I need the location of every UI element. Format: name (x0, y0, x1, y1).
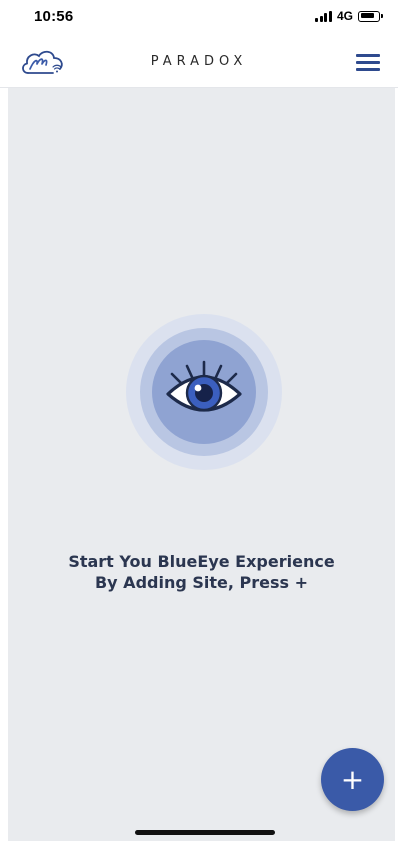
plus-icon: + (340, 762, 365, 796)
home-indicator[interactable] (135, 830, 275, 835)
brand-title: PARADOX (150, 54, 248, 69)
signal-strength-icon (315, 10, 332, 22)
app-header: PARADOX (0, 38, 398, 88)
status-bar: 10:56 4G (0, 0, 398, 38)
status-time: 10:56 (34, 8, 74, 25)
network-type-label: 4G (336, 9, 353, 23)
empty-message-line-1: Start You BlueEye Experience (68, 552, 335, 571)
eye-icon (126, 314, 282, 470)
battery-icon (358, 10, 383, 22)
empty-message-line-2: By Adding Site, Press + (94, 573, 309, 592)
main-content: Start You BlueEye Experience By Adding S… (8, 88, 395, 841)
status-indicators: 4G (315, 9, 383, 23)
add-site-button[interactable]: + (321, 748, 384, 811)
hamburger-menu-icon[interactable] (356, 54, 380, 72)
empty-state-message: Start You BlueEye Experience By Adding S… (8, 551, 395, 593)
